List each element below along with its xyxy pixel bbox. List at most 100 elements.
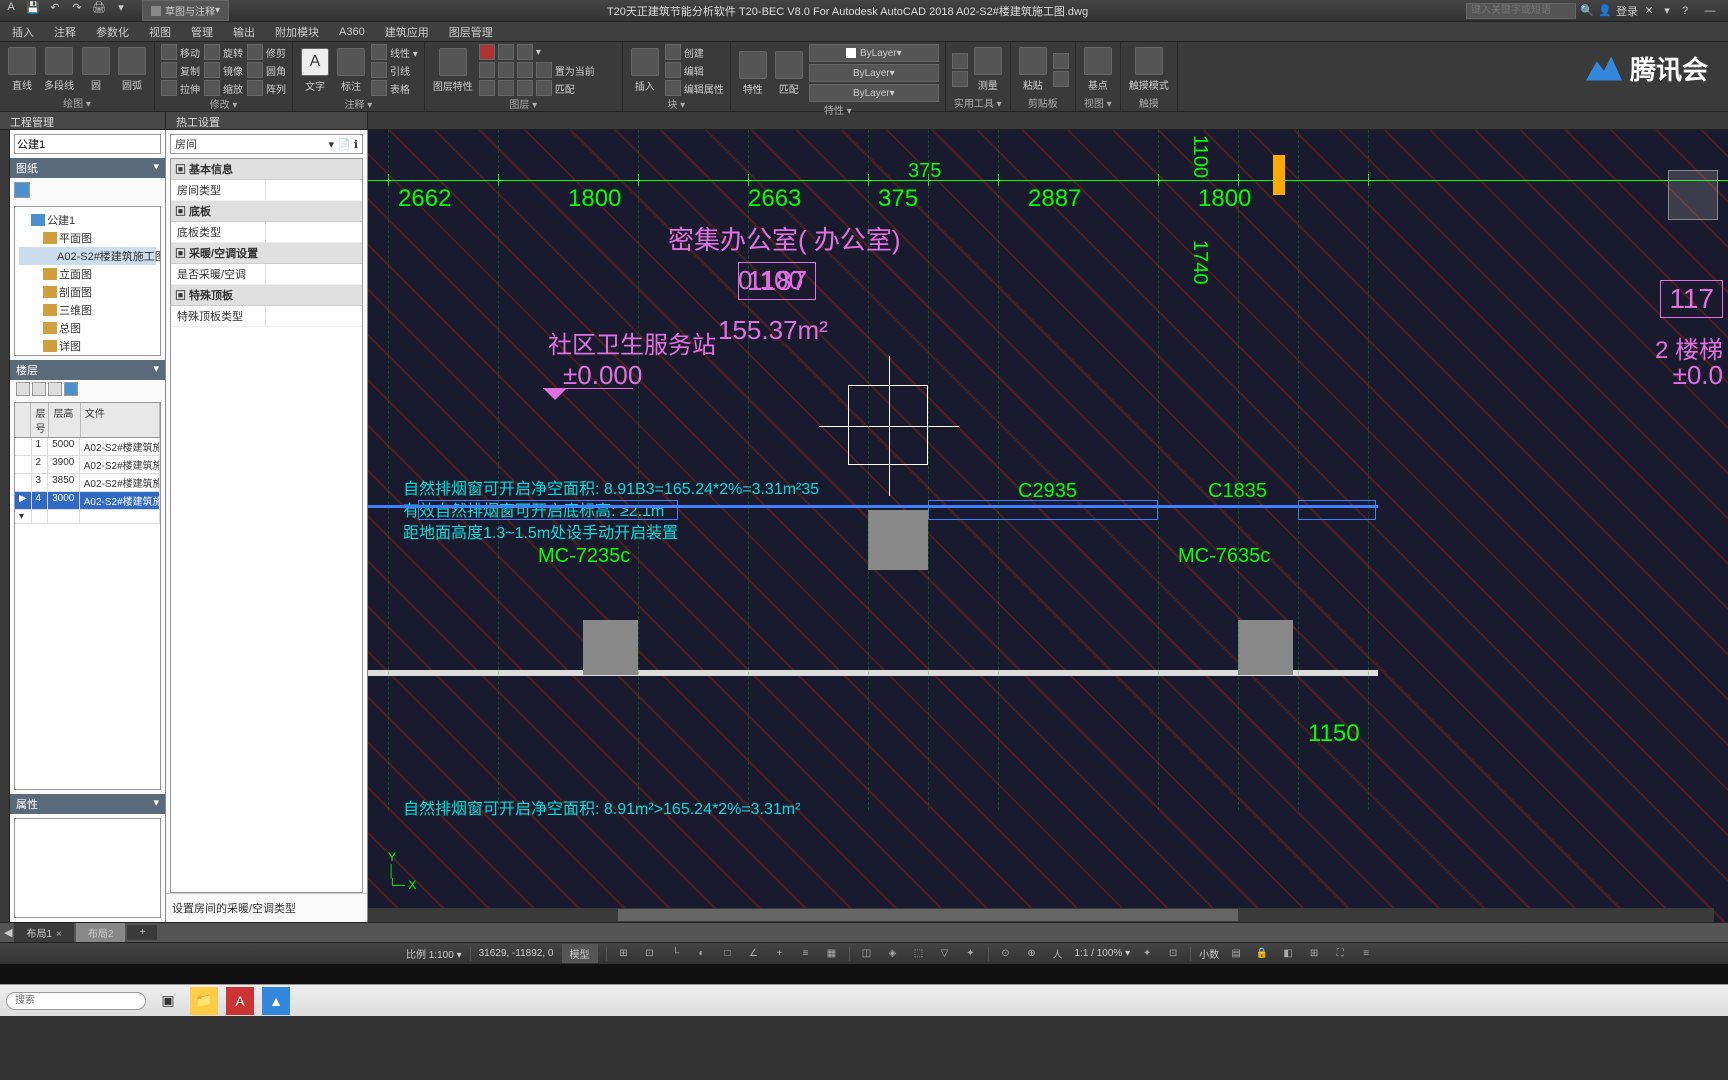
line-button[interactable]: 直线 [6,45,38,94]
snap-icon[interactable]: ⊡ [641,945,659,963]
osnap-icon[interactable]: □ [719,945,737,963]
menu-arch[interactable]: 建筑应用 [375,22,439,42]
ribbon-panel-draw[interactable]: 绘图 ▾ [6,95,148,109]
menu-manage[interactable]: 管理 [181,22,223,42]
gizmo-icon[interactable]: ✦ [962,945,980,963]
taskview-icon[interactable]: ▣ [154,987,182,1015]
dducs-icon[interactable]: ⬚ [910,945,928,963]
prop-row[interactable]: 特殊顶板类型 [171,306,362,327]
drawing-canvas[interactable]: 2662180026633752887180037517401100密集办公室(… [368,130,1728,922]
save-icon[interactable]: 💾 [26,0,40,14]
autocad-icon[interactable]: A [226,987,254,1015]
ribbon-panel-props[interactable]: 特性 ▾ [737,102,939,116]
linetype-button[interactable]: 线性 ▾ [371,44,418,60]
horizontal-scrollbar[interactable] [368,908,1714,922]
custom-icon[interactable]: ≡ [1357,945,1375,963]
clean-icon[interactable]: ⛶ [1331,945,1349,963]
tree-item[interactable]: 剖面图 [19,283,156,301]
trans-icon[interactable]: ▦ [823,945,841,963]
group-btn1[interactable] [952,53,968,69]
menu-output[interactable]: 输出 [223,22,265,42]
qp-icon[interactable]: ▤ [1227,945,1245,963]
menu-annotate[interactable]: 注释 [44,22,86,42]
ribbon-panel-clipboard[interactable]: 剪贴板 [1017,95,1069,109]
mirror-button[interactable]: 镜像 [204,62,243,78]
grid-icon[interactable]: ⊞ [615,945,633,963]
ribbon-panel-modify[interactable]: 修改 ▾ [161,96,286,110]
floor-row[interactable]: 23900A02-S2#楼建筑施工 [15,456,160,474]
left-rail[interactable] [0,130,10,922]
dropdown2-icon[interactable]: ▾ [1660,4,1674,18]
model-button[interactable]: 模型 [562,944,598,963]
circle-button[interactable]: 圆 [80,45,112,94]
help-icon[interactable]: ? [1678,4,1692,18]
ribbon-panel-layer[interactable]: 图层 ▾ [431,96,616,110]
text-button[interactable]: A文字 [299,46,331,95]
floor-tool3[interactable] [48,382,62,396]
copy-clip-button[interactable] [1053,71,1069,87]
tree-item[interactable]: 立面图 [19,265,156,283]
menu-layer[interactable]: 图层管理 [439,22,503,42]
tree-item[interactable]: 图纸说明 [19,355,156,356]
ortho-icon[interactable]: └ [667,945,685,963]
anno-scale-icon[interactable]: 人 [1049,945,1067,963]
fillet-button[interactable]: 圆角 [247,62,286,78]
layer-combo-row[interactable]: ▾ [479,44,616,60]
lwt-icon[interactable]: ≡ [797,945,815,963]
tencent-icon[interactable]: ▲ [262,987,290,1015]
dimension-button[interactable]: 标注 [335,46,367,95]
menu-parametric[interactable]: 参数化 [86,22,139,42]
tab-layout2[interactable]: 布局2 [76,923,126,942]
linetype-combo[interactable]: ByLayer ▾ [809,64,939,82]
menu-a360[interactable]: A360 [329,24,375,40]
sel-cycle-icon[interactable]: ◫ [858,945,876,963]
property-grid[interactable]: ▣ 基本信息房间类型▣ 底板底板类型▣ 采暖/空调设置是否采暖/空调▣ 特殊顶板… [170,158,363,893]
prop-category[interactable]: ▣ 基本信息 [171,159,362,180]
otrack-icon[interactable]: ∠ [745,945,763,963]
insert-button[interactable]: 插入 [629,46,661,95]
explorer-icon[interactable]: 📁 [190,987,218,1015]
measure-button[interactable]: 测量 [972,45,1004,94]
tab-prev[interactable]: ◀ [4,926,12,939]
rotate-button[interactable]: 旋转 [204,44,243,60]
menu-view[interactable]: 视图 [139,22,181,42]
tool-chart-icon[interactable] [14,182,30,198]
scale-combo[interactable]: 比例 1:100 ▾ [406,946,462,961]
ribbon-panel-util[interactable]: 实用工具 ▾ [952,95,1004,109]
move-button[interactable]: 移动 [161,44,200,60]
command-bar[interactable] [0,964,1728,984]
app-icon[interactable]: A [4,0,18,14]
redo-icon[interactable]: ↷ [70,0,84,14]
project-combo[interactable] [14,134,161,154]
array-button[interactable]: 阵列 [247,80,286,96]
scale-button[interactable]: 缩放 [204,80,243,96]
minimize-button[interactable]: — [1696,5,1724,17]
floor-tool2[interactable] [32,382,46,396]
floor-tool1[interactable] [16,382,30,396]
ribbon-panel-view[interactable]: 视图 ▾ [1082,95,1114,109]
properties-button[interactable]: 特性 [737,49,769,98]
units-combo[interactable]: 小数 [1199,946,1219,961]
section-props[interactable]: 属性▾ [10,794,165,814]
floor-tool4[interactable] [64,382,78,396]
matchprops-button[interactable]: 匹配 [773,49,805,98]
tree-item[interactable]: 总图 [19,319,156,337]
tab-project[interactable]: 工程管理 [0,112,166,129]
hw-icon[interactable]: ⊞ [1305,945,1323,963]
ws-icon[interactable]: ✦ [1138,945,1156,963]
prop-row[interactable]: 房间类型 [171,180,362,201]
tree-item[interactable]: A02-S2#楼建筑施工图 [19,247,156,265]
user-icon[interactable]: 👤 [1598,4,1612,18]
viewcube[interactable] [1668,170,1718,220]
ribbon-panel-touch[interactable]: 触摸 [1127,95,1171,109]
sel-filter-icon[interactable]: ▽ [936,945,954,963]
prop-category[interactable]: ▣ 采暖/空调设置 [171,243,362,264]
tab-layout1[interactable]: 布局1× [14,923,73,942]
menu-insert[interactable]: 插入 [2,22,44,42]
table-button[interactable]: 表格 [371,80,418,96]
drawing-tree[interactable]: 公建1平面图A02-S2#楼建筑施工图立面图剖面图三维图总图详图图纸说明图纸目录 [14,206,161,356]
help-search[interactable] [1466,3,1576,19]
prop-row[interactable]: 底板类型 [171,222,362,243]
cut-button[interactable] [1053,53,1069,69]
base-button[interactable]: 基点 [1082,45,1114,94]
